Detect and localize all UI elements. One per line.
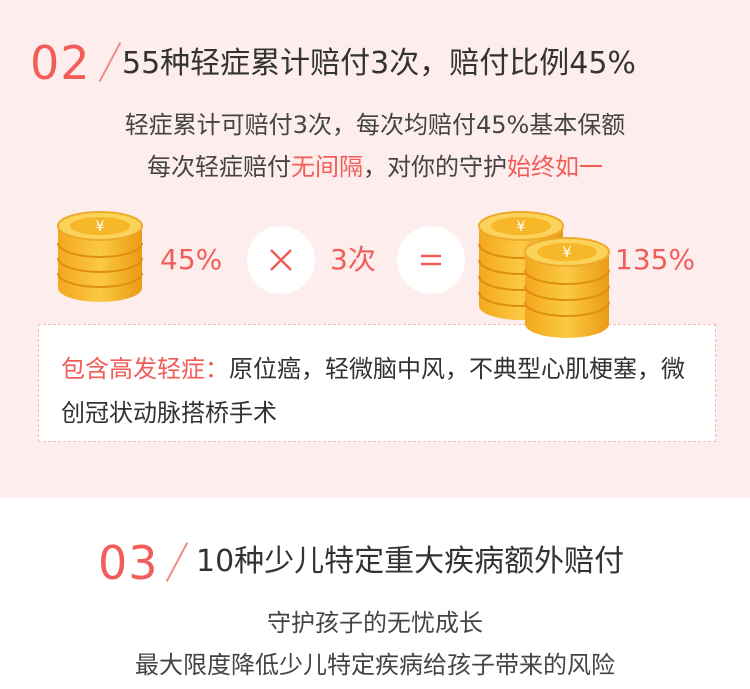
formula-count: 3次 [330,243,376,276]
section-3-line-2: 最大限度降低少儿特定疾病给孩子带来的风险 [135,651,615,679]
line-2-prefix: 每次轻症赔付 [147,153,291,181]
line-2-middle: ，对你的守护 [363,153,507,181]
multiply-icon [270,249,292,271]
section-3-line-1: 守护孩子的无忧成长 [267,609,483,637]
multiply-circle [247,226,315,294]
line-2-highlight-no-interval: 无间隔 [291,153,363,181]
section-2-number: 02 [30,36,91,90]
coin-yen-symbol: ¥ [96,219,105,235]
section-3-title: 10种少儿特定重大疾病额外赔付 [196,544,625,579]
formula-result: 135% [615,243,696,276]
formula-percent: 45% [160,243,223,276]
section-3-number: 03 [98,536,159,590]
coin-stack-icon: ¥ [57,211,143,302]
double-coin-stack-icon: ¥ ¥ [478,211,610,338]
coin-yen-symbol-front: ¥ [563,245,572,261]
covered-conditions-box: 包含高发轻症：原位癌，轻微脑中风，不典型心肌梗塞，微创冠状动脉搭桥手术 [38,324,716,442]
coin-yen-symbol-back: ¥ [517,219,526,235]
equals-icon [421,254,441,266]
equals-circle [397,226,465,294]
section-2-line-2: 每次轻症赔付无间隔，对你的守护始终如一 [0,155,750,179]
section-2-title: 55种轻症累计赔付3次，赔付比例45% [122,46,636,81]
section-2-line-1: 轻症累计可赔付3次，每次均赔付45%基本保额 [124,111,626,139]
covered-conditions-text: 包含高发轻症：原位癌，轻微脑中风，不典型心肌梗塞，微创冠状动脉搭桥手术 [61,347,701,435]
line-2-highlight-consistent: 始终如一 [507,153,603,181]
covered-conditions-label: 包含高发轻症： [61,355,229,383]
